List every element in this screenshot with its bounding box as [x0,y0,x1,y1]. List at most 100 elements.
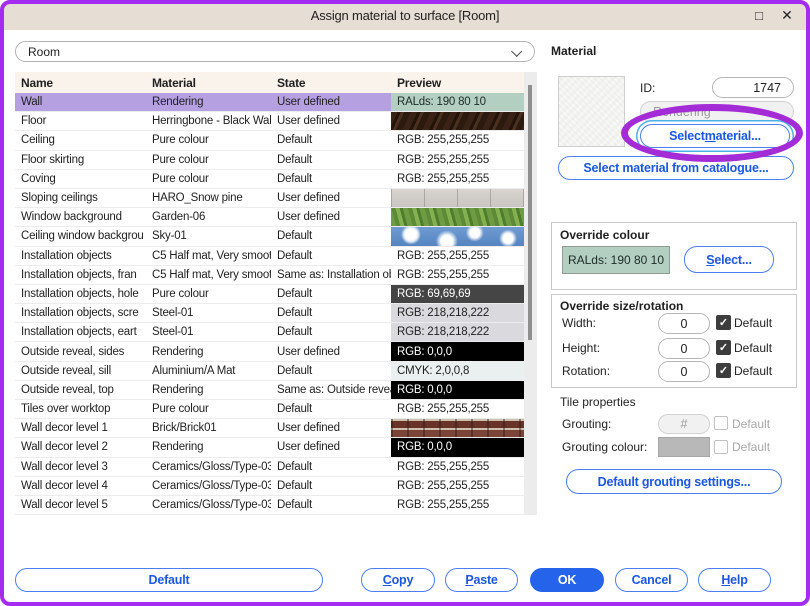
row-state: Default [271,247,391,265]
table-row[interactable]: Installation objects, hole Pure colour D… [15,285,537,304]
grouting-default-checkbox[interactable] [714,416,728,430]
default-button[interactable]: Default [15,568,323,592]
table-row[interactable]: Outside reveal, sides Rendering User def… [15,342,537,361]
grouting-colour-swatch[interactable] [658,437,710,457]
rotation-default-checkbox[interactable]: ✓ [716,363,731,378]
table-row[interactable]: Wall decor level 3 Ceramics/Gloss/Type-0… [15,458,537,477]
row-preview: RGB: 218,218,222 [391,323,524,341]
dialog-title: Assign material to surface [Room] [311,8,499,23]
help-button[interactable]: Help [698,568,771,592]
row-name: Installation objects, fran [15,266,146,284]
width-label: Width: [562,316,596,330]
row-name: Wall decor level 2 [15,438,146,456]
row-state: User defined [271,189,391,207]
column-header-state[interactable]: State [271,76,391,90]
row-material: Ceramics/Gloss/Type-03 [146,458,271,476]
row-state: Default [271,362,391,380]
row-preview: RALds: 190 80 10 [391,93,524,111]
row-state: Default [271,131,391,149]
rotation-label: Rotation: [562,364,610,378]
width-default-checkbox[interactable]: ✓ [716,315,731,330]
row-name: Ceiling window backgrou [15,227,146,245]
row-name: Coving [15,170,146,188]
row-material: C5 Half mat, Very smoot [146,247,271,265]
close-icon[interactable]: ✕ [776,5,798,25]
column-header-name[interactable]: Name [15,76,146,90]
table-row[interactable]: Sloping ceilings HARO_Snow pine User def… [15,189,537,208]
ok-button[interactable]: OK [530,568,604,592]
column-header-material[interactable]: Material [146,76,271,90]
table-row[interactable]: Ceiling Pure colour Default RGB: 255,255… [15,131,537,150]
row-name: Floor skirting [15,151,146,169]
table-row[interactable]: Installation objects, eart Steel-01 Defa… [15,323,537,342]
row-name: Installation objects, scre [15,304,146,322]
material-id-field[interactable]: 1747 [712,77,794,98]
grouting-default-label: Default [732,417,770,431]
row-name: Outside reveal, sides [15,342,146,360]
row-name: Ceiling [15,131,146,149]
table-row[interactable]: Wall decor level 1 Brick/Brick01 User de… [15,419,537,438]
tile-properties-label: Tile properties [560,395,636,409]
material-name-field: Rendering [640,101,794,122]
titlebar: Assign material to surface [Room] [0,0,810,30]
row-state: User defined [271,208,391,226]
row-name: Window background [15,208,146,226]
copy-button[interactable]: Copy [361,568,435,592]
table-row[interactable]: Outside reveal, top Rendering Same as: O… [15,381,537,400]
row-state: Default [271,304,391,322]
row-state: User defined [271,419,391,437]
row-name: Installation objects, eart [15,323,146,341]
height-field[interactable]: 0 [658,338,710,359]
table-row[interactable]: Ceiling window backgrou Sky-01 Default [15,227,537,246]
paste-button[interactable]: Paste [445,568,518,592]
table-row[interactable]: Window background Garden-06 User defined [15,208,537,227]
table-row[interactable]: Outside reveal, sill Aluminium/A Mat Def… [15,362,537,381]
row-state: Default [271,285,391,303]
select-material-from-catalogue-button[interactable]: Select material from catalogue... [558,156,794,180]
default-grouting-settings-button[interactable]: Default grouting settings... [566,469,782,494]
height-default-checkbox[interactable]: ✓ [716,340,731,355]
grouting-colour-default-checkbox[interactable] [714,440,728,454]
row-preview: RGB: 255,255,255 [391,400,524,418]
maximize-icon[interactable]: □ [748,5,770,25]
row-preview: RGB: 255,255,255 [391,170,524,188]
rotation-field[interactable]: 0 [658,361,710,382]
row-material: C5 Half mat, Very smoot [146,266,271,284]
row-name: Floor [15,112,146,130]
override-colour-select-button[interactable]: Select... [684,246,774,273]
table-row[interactable]: Wall decor level 5 Ceramics/Gloss/Type-0… [15,496,537,515]
table-row[interactable]: Coving Pure colour Default RGB: 255,255,… [15,170,537,189]
table-header: Name Material State Preview [15,72,537,93]
table-row[interactable]: Installation objects, fran C5 Half mat, … [15,266,537,285]
height-label: Height: [562,341,600,355]
row-state: Default [271,323,391,341]
table-row[interactable]: Installation objects C5 Half mat, Very s… [15,247,537,266]
select-material-button[interactable]: Select material... [640,124,790,148]
width-field[interactable]: 0 [658,313,710,334]
table-row[interactable]: Floor skirting Pure colour Default RGB: … [15,151,537,170]
table-row[interactable]: Wall decor level 4 Ceramics/Gloss/Type-0… [15,477,537,496]
table-row[interactable]: Floor Herringbone - Black Wal User defin… [15,112,537,131]
row-state: User defined [271,438,391,456]
grouting-colour-label: Grouting colour: [562,440,647,454]
row-material: Pure colour [146,131,271,149]
row-name: Outside reveal, sill [15,362,146,380]
row-name: Wall decor level 1 [15,419,146,437]
scrollbar-thumb[interactable] [528,85,532,340]
surface-select-dropdown[interactable]: Room [15,41,535,62]
row-state: Same as: Outside reveal, [271,381,391,399]
grouting-field: # [658,414,710,434]
row-material: Steel-01 [146,304,271,322]
cancel-button[interactable]: Cancel [615,568,688,592]
row-preview [391,112,524,130]
table-row[interactable]: Wall decor level 2 Rendering User define… [15,438,537,457]
row-preview: RGB: 255,255,255 [391,458,524,476]
row-state: Default [271,400,391,418]
table-row[interactable]: Wall Rendering User defined RALds: 190 8… [15,93,537,112]
table-scrollbar[interactable] [524,72,537,515]
row-material: Rendering [146,342,271,360]
row-preview: RGB: 255,255,255 [391,477,524,495]
table-row[interactable]: Installation objects, scre Steel-01 Defa… [15,304,537,323]
column-header-preview[interactable]: Preview [391,76,524,90]
table-row[interactable]: Tiles over worktop Pure colour Default R… [15,400,537,419]
